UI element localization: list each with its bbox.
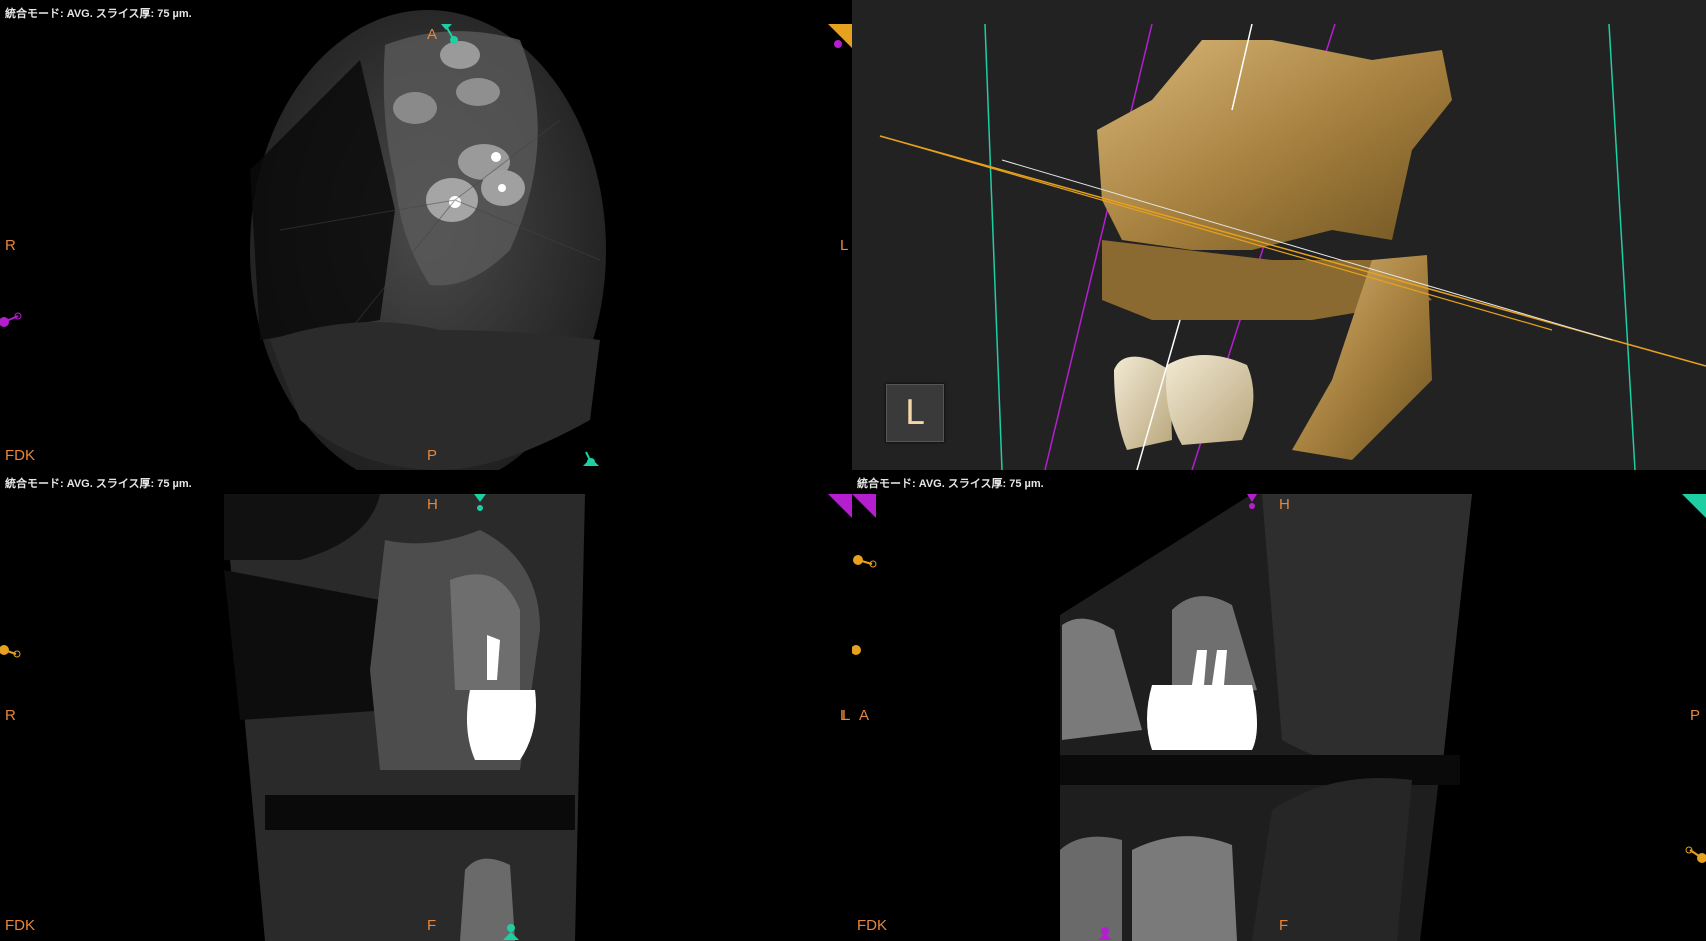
sagittal-crosshair-overlay[interactable] — [852, 470, 1706, 941]
sagittal-viewport[interactable]: 統合モード: AVG. スライス厚: 75 µm. H F A P FDK — [852, 470, 1706, 941]
corner-triangle-icon — [828, 24, 852, 48]
corner-triangle-icon — [852, 494, 876, 518]
orientation-label-left: A — [859, 707, 870, 724]
orientation-label-bottom: F — [1279, 917, 1289, 934]
crosshair-handle-icon — [583, 451, 599, 466]
coronal-viewport[interactable]: 統合モード: AVG. スライス厚: 75 µm. H F R L FDK — [0, 470, 852, 941]
orientation-label-top: A — [427, 26, 438, 43]
corner-triangle-icon — [828, 494, 852, 518]
crosshair-handle-icon — [1098, 927, 1112, 940]
crosshair-handle-icon — [853, 555, 877, 568]
orientation-label-right: L — [840, 237, 849, 254]
sagittal-left-edge-label: L — [842, 707, 851, 724]
crosshair-handle-icon — [441, 24, 458, 44]
crosshair-handle-icon — [0, 312, 22, 327]
orientation-label-left: R — [5, 707, 16, 724]
coronal-crosshair-overlay[interactable] — [0, 470, 852, 941]
orientation-label-top: H — [1279, 496, 1290, 513]
slice-info-header: 統合モード: AVG. スライス厚: 75 µm. — [857, 478, 1044, 490]
orientation-label-left: R — [5, 237, 16, 254]
crosshair-handle-icon — [503, 924, 519, 940]
crosshair-handle-icon — [1247, 494, 1257, 509]
axial-crosshair-overlay[interactable] — [0, 0, 852, 470]
crosshair-handle-icon — [474, 494, 486, 511]
orientation-label-right: P — [1690, 707, 1701, 724]
recon-method-label: FDK — [857, 917, 887, 934]
slice-info-header: 統合モード: AVG. スライス厚: 75 µm. — [5, 478, 192, 490]
crosshair-handle-icon — [0, 645, 21, 658]
axial-viewport[interactable]: 統合モード: AVG. スライス厚: 75 µm. A P R L FDK — [0, 0, 852, 470]
corner-triangle-icon — [1682, 494, 1706, 518]
orientation-label-bottom: P — [427, 447, 438, 464]
orientation-label-top: H — [427, 496, 438, 513]
slice-info-header: 統合モード: AVG. スライス厚: 75 µm. — [5, 8, 192, 20]
crosshair-handle-icon — [852, 645, 861, 655]
recon-method-label: FDK — [5, 447, 35, 464]
orientation-badge: L — [886, 384, 944, 442]
volume-render-viewport[interactable]: L — [852, 0, 1706, 470]
crosshair-handle-icon — [1685, 846, 1706, 863]
orientation-label-bottom: F — [427, 917, 437, 934]
volume-render-image — [879, 23, 1706, 470]
recon-method-label: FDK — [5, 917, 35, 934]
